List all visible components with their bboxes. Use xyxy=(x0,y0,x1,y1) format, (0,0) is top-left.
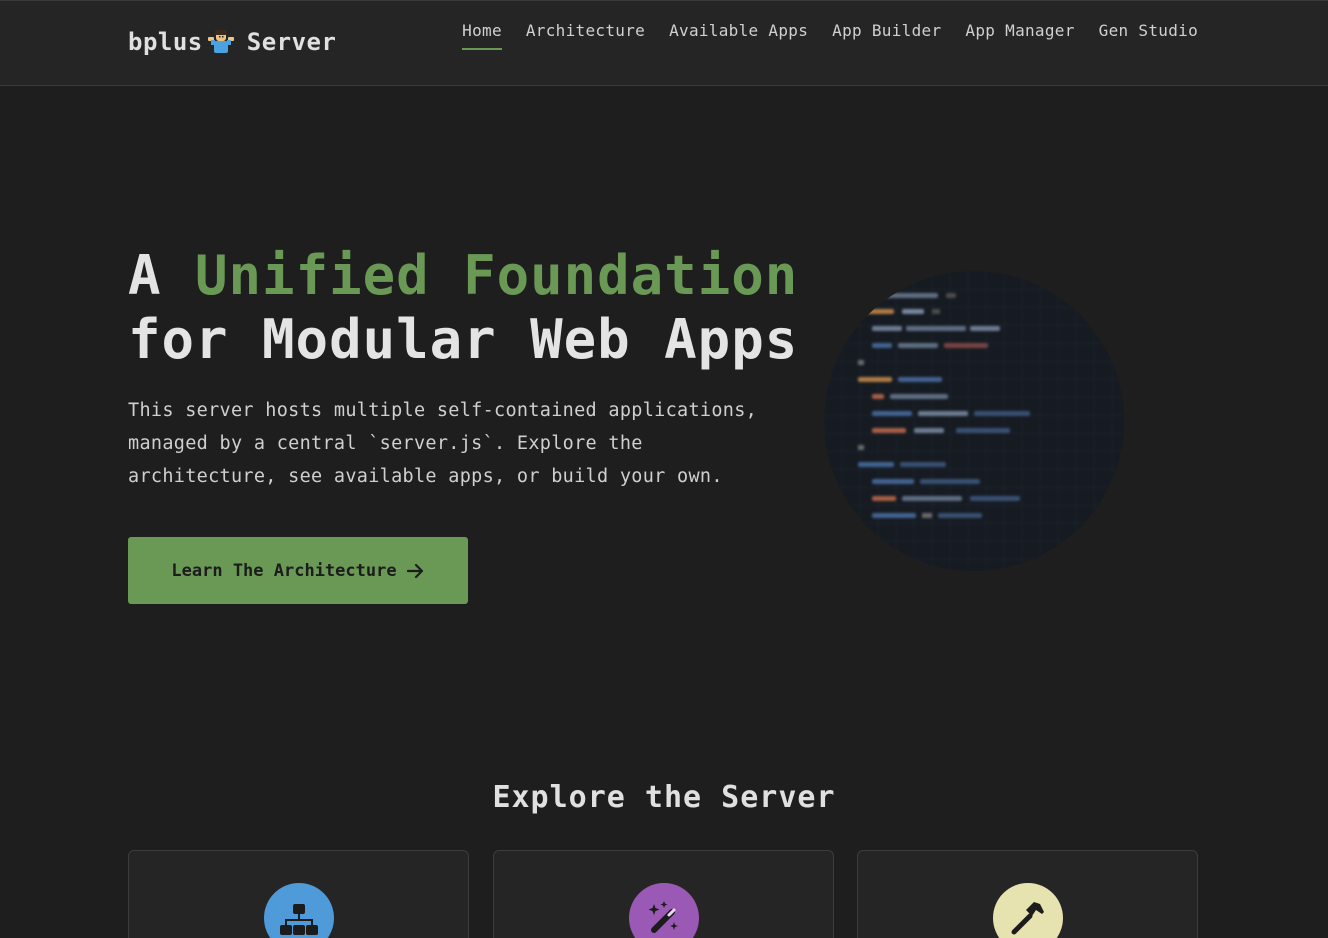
nav-architecture[interactable]: Architecture xyxy=(526,21,645,50)
nav-home[interactable]: Home xyxy=(462,21,502,50)
nav-app-manager[interactable]: App Manager xyxy=(965,21,1074,50)
brand-suffix: Server xyxy=(246,28,337,56)
hero-title-line2: for Modular Web Apps xyxy=(128,308,799,371)
top-header: bplus Server Home Architecture Available… xyxy=(0,0,1328,86)
person-shrugging-icon xyxy=(207,29,235,55)
explore-card-app-builder[interactable] xyxy=(493,850,834,938)
nav-gen-studio[interactable]: Gen Studio xyxy=(1099,21,1198,50)
explore-card-tools[interactable] xyxy=(857,850,1198,938)
sitemap-icon xyxy=(263,883,334,938)
brand-logo[interactable]: bplus Server xyxy=(128,28,336,56)
hero-title-lead: A xyxy=(128,244,196,307)
magic-wand-icon xyxy=(628,883,699,938)
hero-title: A Unified Foundation for Modular Web App… xyxy=(128,244,798,372)
main-nav: Home Architecture Available Apps App Bui… xyxy=(462,21,1198,50)
brand-name: bplus xyxy=(128,28,203,56)
code-preview-image xyxy=(824,271,1124,571)
explore-card-architecture[interactable] xyxy=(128,850,469,938)
hammer-icon xyxy=(992,883,1063,938)
explore-section-title: Explore the Server xyxy=(492,780,836,815)
hero-description: This server hosts multiple self-containe… xyxy=(128,400,758,487)
cta-label: Learn The Architecture xyxy=(171,560,397,581)
learn-architecture-button[interactable]: Learn The Architecture xyxy=(128,537,468,604)
arrow-right-icon xyxy=(406,563,423,578)
nav-app-builder[interactable]: App Builder xyxy=(832,21,941,50)
hero-title-accent: Unified Foundation xyxy=(195,244,799,307)
nav-available-apps[interactable]: Available Apps xyxy=(669,21,808,50)
